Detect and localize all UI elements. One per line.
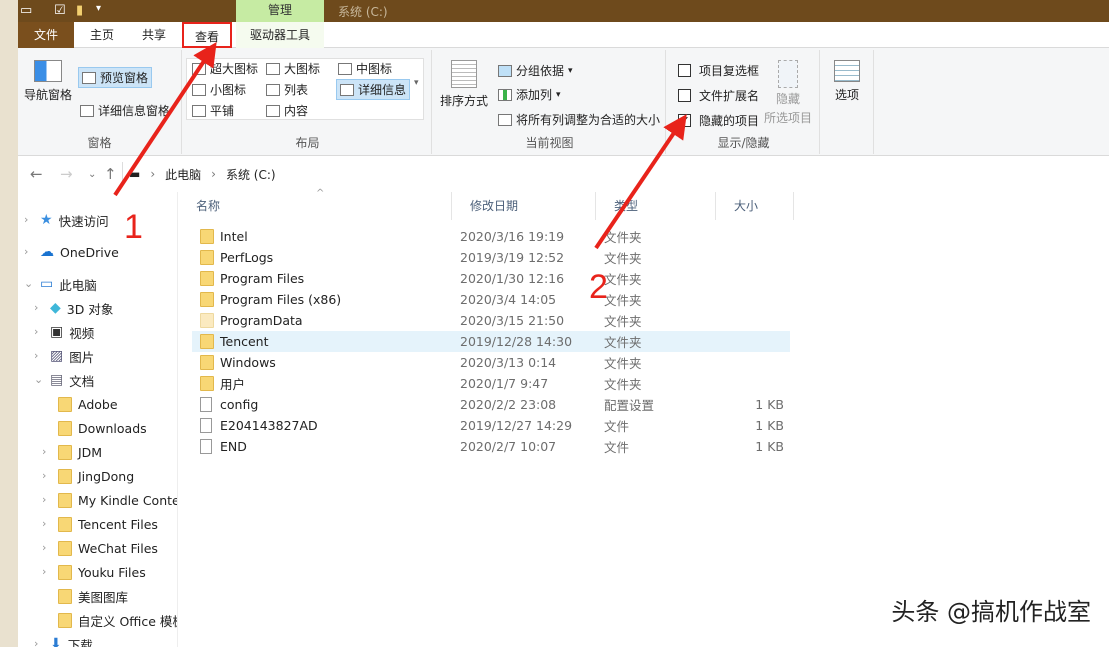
- annotation-number-1: 1: [124, 208, 143, 247]
- arrow-1: [115, 52, 210, 195]
- watermark: 头条 @搞机作战室: [891, 592, 1091, 627]
- annotation-number-2: 2: [589, 268, 608, 307]
- arrow-2: [596, 124, 680, 248]
- annotation-arrows: [0, 0, 1109, 647]
